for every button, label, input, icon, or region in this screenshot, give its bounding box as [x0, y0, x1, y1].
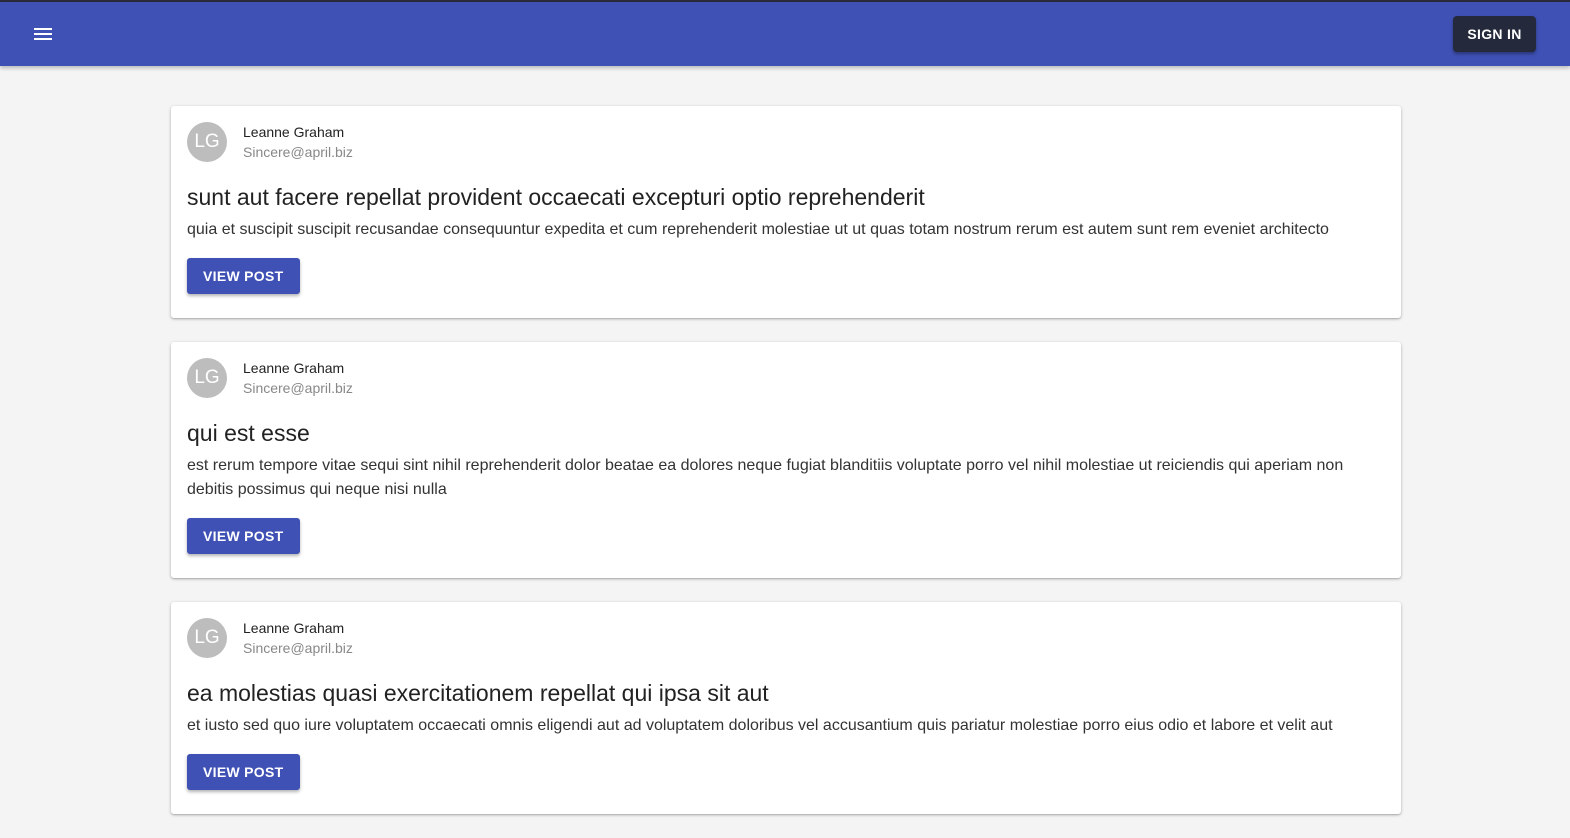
author-email: Sincere@april.biz [243, 380, 353, 396]
post-title: sunt aut facere repellat provident occae… [187, 184, 925, 210]
post-body: et iusto sed quo iure voluptatem occaeca… [187, 717, 1333, 734]
sign-in-button[interactable]: SIGN IN [1453, 16, 1536, 52]
post-feed: LG Leanne Graham Sincere@april.biz sunt … [171, 106, 1401, 838]
view-post-button[interactable]: VIEW POST [187, 518, 300, 554]
avatar: LG [187, 122, 227, 162]
post-body: est rerum tempore vitae sequi sint nihil… [187, 457, 1344, 498]
author-email: Sincere@april.biz [243, 640, 353, 656]
post-body: quia et suscipit suscipit recusandae con… [187, 221, 1329, 238]
author-name: Leanne Graham [243, 124, 345, 140]
post-title: ea molestias quasi exercitationem repell… [187, 680, 769, 706]
author-email: Sincere@april.biz [243, 144, 353, 160]
post-card: LG Leanne Graham Sincere@april.biz sunt … [171, 106, 1401, 318]
post-card: LG Leanne Graham Sincere@april.biz ea mo… [171, 602, 1401, 814]
post-card-header: LG Leanne Graham Sincere@april.biz [187, 122, 1385, 162]
author-info: Leanne Graham Sincere@april.biz [243, 358, 353, 398]
author-name: Leanne Graham [243, 620, 345, 636]
view-post-button[interactable]: VIEW POST [187, 754, 300, 790]
avatar: LG [187, 618, 227, 658]
menu-icon [34, 28, 52, 40]
author-info: Leanne Graham Sincere@april.biz [243, 618, 353, 658]
avatar: LG [187, 358, 227, 398]
author-info: Leanne Graham Sincere@april.biz [243, 122, 353, 162]
menu-button[interactable] [28, 19, 58, 49]
author-name: Leanne Graham [243, 360, 345, 376]
post-title: qui est esse [187, 420, 310, 446]
app-bar: SIGN IN [0, 2, 1570, 66]
view-post-button[interactable]: VIEW POST [187, 258, 300, 294]
post-card-header: LG Leanne Graham Sincere@april.biz [187, 618, 1385, 658]
post-card: LG Leanne Graham Sincere@april.biz qui e… [171, 342, 1401, 578]
post-card-header: LG Leanne Graham Sincere@april.biz [187, 358, 1385, 398]
